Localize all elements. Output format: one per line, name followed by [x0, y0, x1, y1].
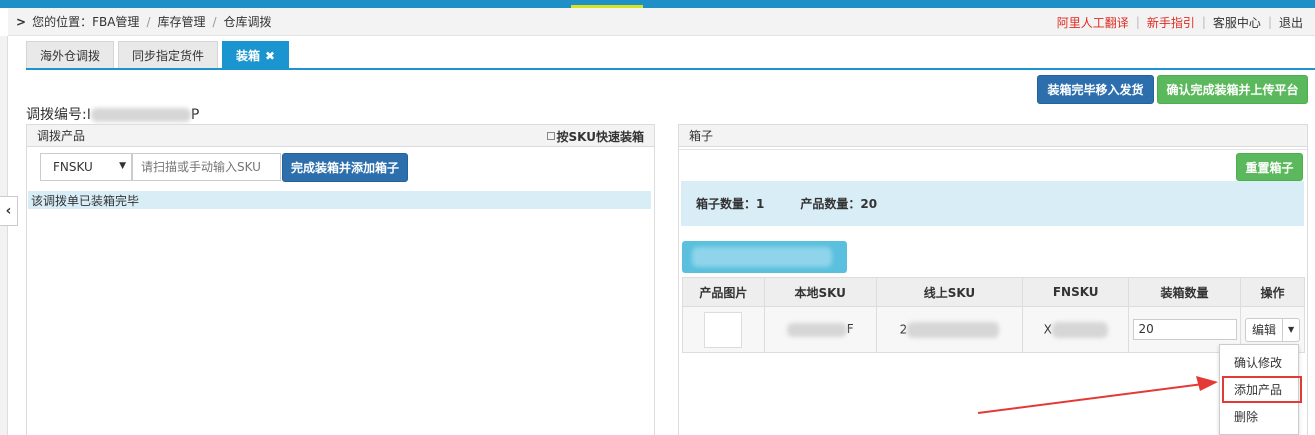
tab-underline [26, 68, 1315, 70]
product-image-cell [682, 306, 765, 353]
breadcrumb-item-transfer[interactable]: 仓库调拨 [224, 13, 272, 30]
sku-scan-input[interactable] [132, 153, 281, 181]
redacted-value [786, 322, 847, 337]
caret-down-icon[interactable]: ▼ [1283, 319, 1299, 341]
local-sku-cell: F [763, 306, 877, 353]
page-tabs: 海外仓调拨 同步指定货件 装箱 ✖ [26, 41, 293, 69]
pack-quantity-input[interactable]: 20 [1132, 319, 1237, 340]
panel-header: 调拨产品 按SKU快速装箱 [27, 125, 654, 147]
box-tab-button[interactable] [682, 241, 847, 273]
col-online-sku: 线上SKU [875, 277, 1024, 307]
redacted-value [1051, 321, 1108, 338]
link-separator: | [1267, 15, 1272, 29]
fnsku-cell: X [1022, 306, 1130, 353]
service-link[interactable]: 客服中心 [1213, 14, 1261, 31]
sku-type-value: FNSKU [53, 160, 93, 174]
product-count-label: 产品数量： [800, 197, 861, 211]
fnsku-prefix: X [1043, 322, 1052, 336]
panel-title: 调拨产品 [37, 129, 86, 143]
redacted-value [90, 108, 191, 122]
tab-label: 海外仓调拨 [40, 49, 101, 63]
tab-packing[interactable]: 装箱 ✖ [222, 41, 290, 69]
table-row: F 2 X 20 编辑 ▼ [682, 306, 1305, 353]
redacted-box-name [692, 247, 832, 267]
top-nav-bar [0, 0, 1315, 8]
transfer-number-value-end: P [190, 107, 200, 123]
col-local-sku: 本地SKU [763, 277, 877, 307]
breadcrumb-prefix: 您的位置： [32, 15, 93, 29]
close-icon[interactable]: ✖ [265, 49, 275, 63]
quick-pack-label: 按SKU快速装箱 [556, 129, 644, 144]
breadcrumb: > 您的位置： FBA管理 / 库存管理 / 仓库调拨 阿里人工翻译 | 新手指… [8, 8, 1315, 36]
sidebar-collapse-button[interactable]: ‹ [0, 196, 18, 226]
menu-item-add-product[interactable]: 添加产品 [1222, 376, 1302, 403]
box-summary: 箱子数量： 1 产品数量： 20 [681, 181, 1304, 226]
breadcrumb-item-inventory[interactable]: 库存管理 [157, 13, 205, 30]
panel-title: 箱子 [689, 129, 714, 143]
tab-overseas-transfer[interactable]: 海外仓调拨 [26, 41, 115, 69]
complete-pack-add-box-button[interactable]: 完成装箱并添加箱子 [282, 153, 408, 182]
transfer-number: 调拨编号:I P [26, 104, 199, 124]
link-separator: | [1201, 15, 1206, 29]
move-to-shipment-button[interactable]: 装箱完毕移入发货 [1037, 75, 1154, 104]
link-separator: | [1135, 15, 1140, 29]
left-side-strip [0, 36, 8, 435]
breadcrumb-item-fba[interactable]: FBA管理 [92, 13, 139, 30]
top-links: 阿里人工翻译 | 新手指引 | 客服中心 | 退出 [1057, 8, 1303, 36]
edit-button-group: 编辑 ▼ [1245, 317, 1301, 342]
tab-sync-shipment[interactable]: 同步指定货件 [118, 41, 219, 69]
logout-link[interactable]: 退出 [1279, 14, 1303, 31]
breadcrumb-separator: / [146, 14, 151, 29]
status-message-text: 该调拨单已装箱完毕 [31, 193, 140, 208]
status-message: 该调拨单已装箱完毕 [28, 191, 651, 209]
col-pack-quantity: 装箱数量 [1128, 277, 1242, 307]
translate-link[interactable]: 阿里人工翻译 [1057, 14, 1129, 31]
product-count: 20 [860, 196, 878, 211]
chevron-right-icon: > [16, 14, 27, 29]
panel-divider [679, 149, 1307, 150]
online-sku-cell: 2 [875, 306, 1024, 353]
tab-label: 同步指定货件 [132, 49, 205, 63]
sku-type-select[interactable]: FNSKU ▼ [40, 153, 132, 181]
confirm-upload-button[interactable]: 确认完成装箱并上传平台 [1157, 75, 1308, 104]
transfer-number-label: 调拨编号: [26, 107, 87, 123]
quick-pack-option[interactable]: 按SKU快速装箱 [546, 125, 644, 147]
table-header-row: 产品图片 本地SKU 线上SKU FNSKU 装箱数量 操作 [682, 277, 1305, 307]
box-products-table: 产品图片 本地SKU 线上SKU FNSKU 装箱数量 操作 F 2 X 20 [682, 277, 1305, 353]
online-sku-prefix: 2 [899, 322, 908, 336]
col-fnsku: FNSKU [1022, 277, 1130, 307]
col-actions: 操作 [1240, 277, 1305, 307]
menu-item-delete[interactable]: 删除 [1220, 403, 1298, 430]
menu-item-confirm-edit[interactable]: 确认修改 [1220, 349, 1298, 376]
breadcrumb-separator: / [212, 14, 217, 29]
tab-label: 装箱 [236, 49, 261, 63]
reset-boxes-button[interactable]: 重置箱子 [1236, 153, 1303, 181]
quick-pack-checkbox[interactable] [546, 132, 555, 140]
local-sku-suffix: F [846, 322, 854, 337]
product-image [704, 311, 743, 348]
edit-button[interactable]: 编辑 [1246, 318, 1284, 341]
panel-header: 箱子 [679, 125, 1307, 147]
col-product-image: 产品图片 [682, 277, 765, 307]
redacted-value [907, 321, 1000, 338]
chevron-left-icon: ‹ [5, 203, 12, 219]
guide-link[interactable]: 新手指引 [1147, 14, 1195, 31]
box-count: 1 [756, 196, 765, 211]
edit-dropdown-menu: 确认修改 添加产品 删除 [1219, 344, 1302, 435]
caret-down-icon: ▼ [119, 161, 126, 171]
box-count-label: 箱子数量： [696, 197, 757, 211]
